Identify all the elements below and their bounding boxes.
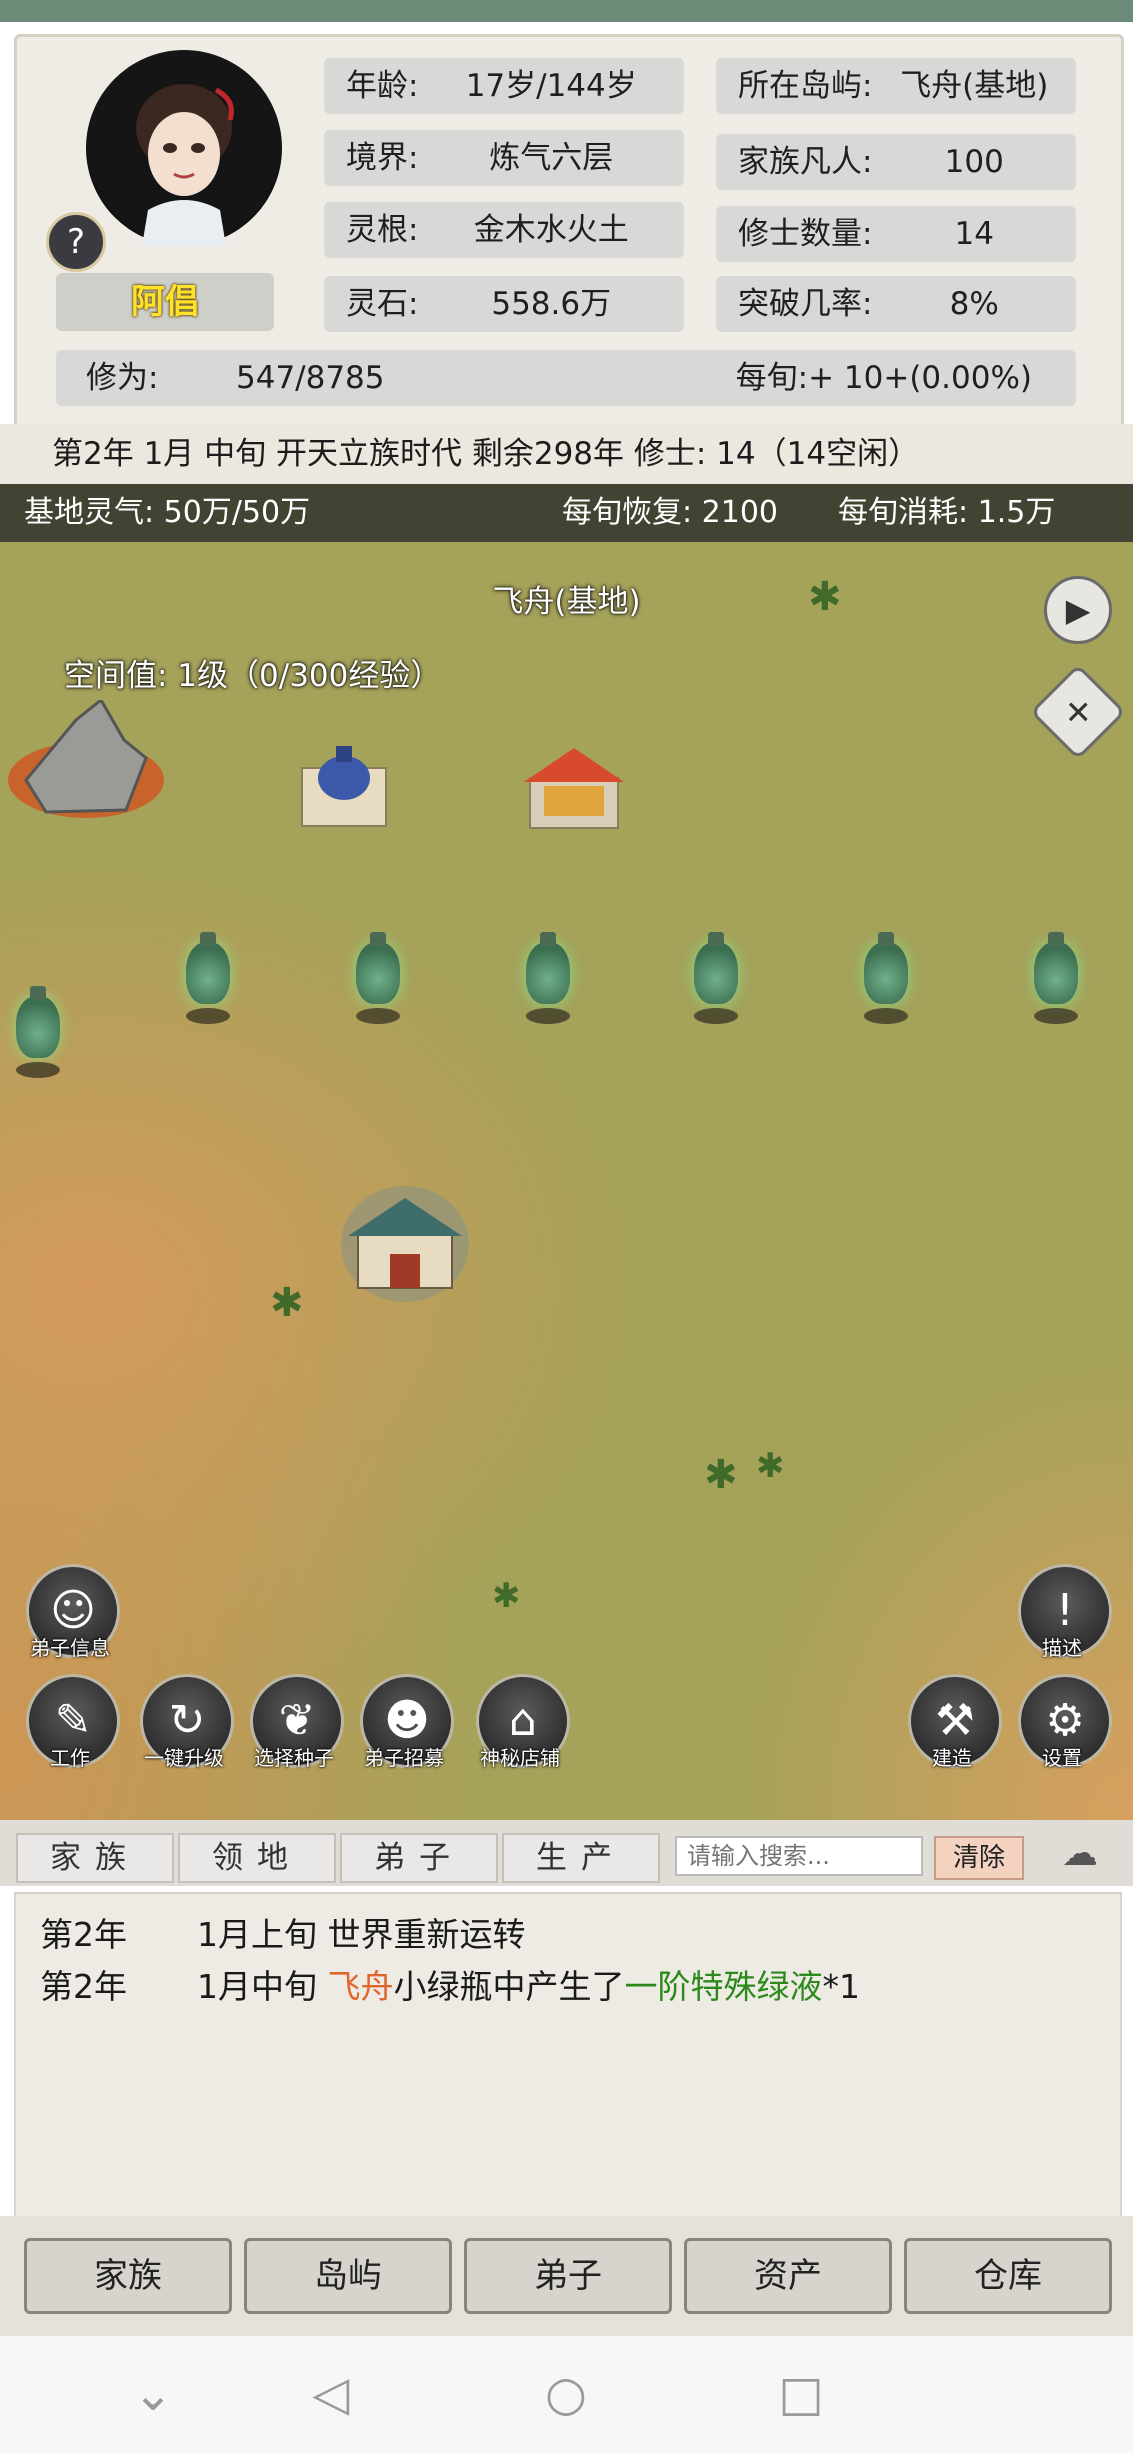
- base-qi: 基地灵气: 50万/50万: [24, 495, 311, 530]
- tab-production[interactable]: 生产: [502, 1833, 660, 1883]
- nav-assets-button[interactable]: 资产: [684, 2238, 892, 2314]
- close-icon[interactable]: ✕: [1029, 663, 1127, 761]
- clear-button[interactable]: 清除: [934, 1836, 1024, 1880]
- stat-cultivators: 修士数量: 14: [716, 206, 1076, 262]
- per-turn-gain: 每旬:+ 10+(0.00%): [735, 360, 1032, 396]
- plant-icon: ✱: [756, 1446, 785, 1486]
- plant-icon: ✱: [704, 1452, 738, 1498]
- status-line: 第2年 1月 中旬 开天立族时代 剩余298年 修士: 14（14空闲）: [0, 424, 1133, 484]
- bottle-hole: [526, 1008, 570, 1024]
- bottle-hole: [864, 1008, 908, 1024]
- top-frame: [0, 0, 1133, 22]
- recents-icon[interactable]: □: [766, 2364, 836, 2424]
- help-icon[interactable]: ?: [46, 212, 106, 272]
- tab-territory[interactable]: 领地: [178, 1833, 336, 1883]
- back-icon[interactable]: ◁: [296, 2364, 366, 2424]
- cultivation-bar: 修为: 547/8785 每旬:+ 10+(0.00%): [56, 350, 1076, 406]
- nav-disciples-button[interactable]: 弟子: [464, 2238, 672, 2314]
- shop-label: 神秘店铺: [480, 1746, 560, 1770]
- play-icon[interactable]: ▶: [1044, 576, 1112, 644]
- settings-label: 设置: [1042, 1746, 1082, 1770]
- cloud-ornament-icon[interactable]: ☁: [1038, 1832, 1122, 1876]
- description-label: 描述: [1042, 1636, 1082, 1660]
- bottle-hole: [186, 1008, 230, 1024]
- qi-consume: 每旬消耗: 1.5万: [838, 495, 1056, 530]
- character-name: 阿倡: [56, 273, 274, 331]
- bottle-hole: [694, 1008, 738, 1024]
- qi-recover: 每旬恢复: 2100: [562, 495, 778, 530]
- home-icon[interactable]: ○: [531, 2364, 601, 2424]
- stat-island: 所在岛屿: 飞舟(基地): [716, 58, 1076, 114]
- search-input[interactable]: [675, 1836, 923, 1876]
- character-portrait-icon[interactable]: [86, 50, 282, 246]
- plant-icon: ✱: [808, 574, 842, 620]
- green-bottle-icon[interactable]: [356, 932, 400, 1004]
- recruit-label: 弟子招募: [364, 1746, 444, 1770]
- location-title: 飞舟(基地): [492, 584, 641, 620]
- build-label: 建造: [932, 1746, 972, 1770]
- green-bottle-icon[interactable]: [16, 986, 60, 1058]
- plant-icon: ✱: [492, 1576, 521, 1616]
- nav-storage-button[interactable]: 仓库: [904, 2238, 1112, 2314]
- stat-breakthrough: 突破几率: 8%: [716, 276, 1076, 332]
- disciple-info-label: 弟子信息: [30, 1636, 110, 1660]
- green-bottle-icon[interactable]: [186, 932, 230, 1004]
- rock-formation[interactable]: [6, 697, 170, 824]
- base-qi-bar: 基地灵气: 50万/50万 每旬恢复: 2100 每旬消耗: 1.5万: [0, 484, 1133, 542]
- nav-family-button[interactable]: 家族: [24, 2238, 232, 2314]
- pavilion-building[interactable]: [524, 738, 624, 834]
- territory-map[interactable]: 基地灵气: 50万/50万 每旬恢复: 2100 每旬消耗: 1.5万 飞舟(基…: [0, 484, 1133, 1820]
- stat-age: 年龄: 17岁/144岁: [324, 58, 684, 114]
- green-bottle-icon[interactable]: [694, 932, 738, 1004]
- chevron-down-icon[interactable]: ⌄: [118, 2364, 188, 2424]
- cauldron-building[interactable]: [298, 738, 390, 832]
- stat-realm: 境界: 炼气六层: [324, 130, 684, 186]
- stat-spirit-stones: 灵石: 558.6万: [324, 276, 684, 332]
- work-label: 工作: [50, 1746, 90, 1770]
- upgrade-label: 一键升级: [144, 1746, 224, 1770]
- plant-icon: ✱: [270, 1280, 304, 1326]
- seed-label: 选择种子: [254, 1746, 334, 1770]
- green-bottle-icon[interactable]: [526, 932, 570, 1004]
- log-entry: 第2年 1月中旬 飞舟小绿瓶中产生了一阶特殊绿液*1: [40, 1967, 860, 2006]
- space-value: 空间值: 1级（0/300经验）: [64, 658, 442, 694]
- bottle-hole: [1034, 1008, 1078, 1024]
- stat-mortals: 家族凡人: 100: [716, 134, 1076, 190]
- tab-family[interactable]: 家族: [16, 1833, 174, 1883]
- green-bottle-icon[interactable]: [864, 932, 908, 1004]
- bottle-hole: [16, 1062, 60, 1078]
- green-bottle-icon[interactable]: [1034, 932, 1078, 1004]
- nav-island-button[interactable]: 岛屿: [244, 2238, 452, 2314]
- tab-disciples[interactable]: 弟子: [340, 1833, 498, 1883]
- stat-spirit-root: 灵根: 金木水火土: [324, 202, 684, 258]
- log-entry: 第2年 1月上旬 世界重新运转: [40, 1915, 526, 1954]
- temple-building[interactable]: [340, 1184, 470, 1304]
- bottle-hole: [356, 1008, 400, 1024]
